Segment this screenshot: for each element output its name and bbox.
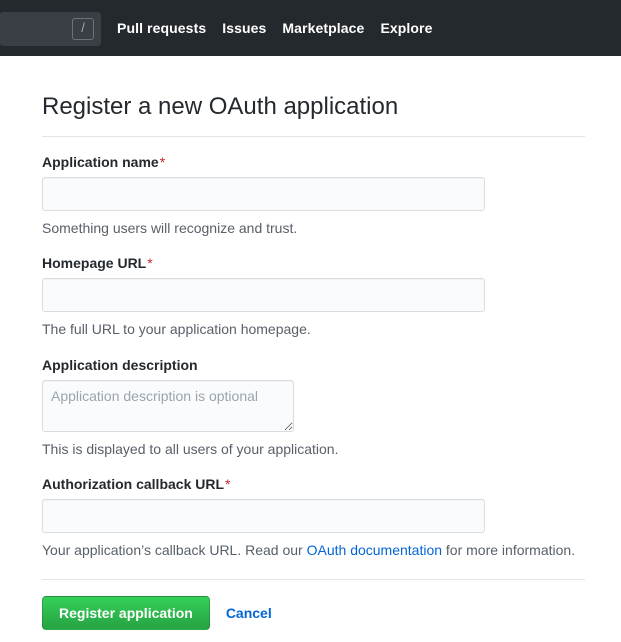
label-text: Authorization callback URL (42, 475, 225, 492)
label-application-name: Application name* (42, 154, 585, 170)
label-application-description: Application description (42, 356, 198, 373)
required-asterisk: * (225, 475, 231, 492)
nav-item-explore[interactable]: Explore (380, 20, 432, 36)
field-application-name: Application name* Something users will r… (42, 154, 585, 238)
cancel-link[interactable]: Cancel (226, 605, 272, 621)
label-text: Application name (42, 154, 159, 170)
help-application-description: This is displayed to all users of your a… (42, 440, 339, 457)
help-text-before: Your application’s callback URL. Read ou… (42, 541, 307, 558)
title-divider (42, 136, 585, 137)
label-authorization-callback-url: Authorization callback URL* (42, 476, 585, 492)
help-text-after: for more information. (442, 541, 576, 558)
search-input[interactable] (0, 19, 72, 38)
authorization-callback-url-input[interactable] (42, 498, 485, 533)
actions-divider (42, 579, 585, 581)
required-asterisk: * (159, 154, 166, 170)
slash-shortcut-badge: / (72, 17, 94, 40)
nav-item-marketplace[interactable]: Marketplace (282, 20, 364, 36)
field-homepage-url: Homepage URL* The full URL to your appli… (42, 255, 585, 339)
required-asterisk: * (147, 255, 153, 272)
label-homepage-url: Homepage URL* (42, 255, 585, 271)
help-homepage-url: The full URL to your application homepag… (42, 321, 311, 338)
label-text: Homepage URL (42, 255, 147, 272)
site-header: / Pull requests Issues Marketplace Explo… (0, 0, 621, 56)
homepage-url-input[interactable] (42, 278, 485, 313)
search-box[interactable]: / (0, 11, 101, 46)
nav-item-pull-requests[interactable]: Pull requests (117, 20, 206, 36)
field-application-description: Application description This is displaye… (42, 357, 585, 459)
form-actions: Register application Cancel (42, 596, 585, 631)
page-title: Register a new OAuth application (42, 93, 399, 120)
oauth-documentation-link[interactable]: OAuth documentation (307, 542, 442, 558)
header-nav: Pull requests Issues Marketplace Explore (117, 20, 433, 36)
help-authorization-callback-url: Your application’s callback URL. Read ou… (42, 540, 585, 560)
field-authorization-callback-url: Authorization callback URL* Your applica… (42, 476, 585, 560)
application-description-textarea[interactable] (42, 379, 294, 432)
nav-item-issues[interactable]: Issues (222, 20, 266, 36)
help-application-name: Something users will recognize and trust… (42, 220, 298, 236)
application-name-input[interactable] (42, 177, 485, 211)
main-content: Register a new OAuth application Applica… (0, 92, 621, 631)
register-application-button[interactable]: Register application (42, 596, 210, 631)
